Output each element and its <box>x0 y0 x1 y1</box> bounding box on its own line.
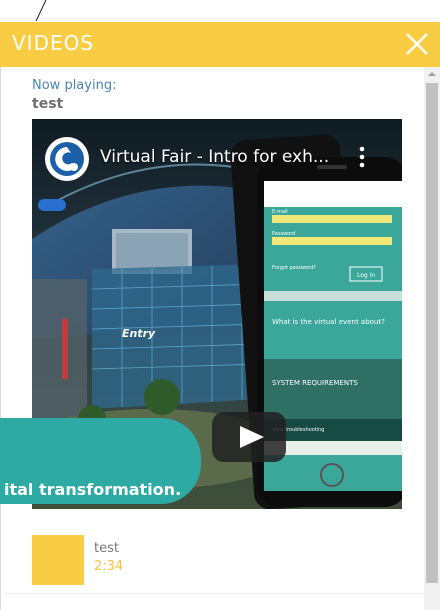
playlist-item-title: test <box>94 541 119 556</box>
close-icon[interactable] <box>403 30 431 58</box>
scroll-up-arrow-icon[interactable] <box>424 67 440 81</box>
scrollbar-thumb[interactable] <box>426 83 438 583</box>
cursor-line <box>35 0 47 22</box>
video-title[interactable]: Virtual Fair - Intro for exh... <box>100 147 329 167</box>
phone-login-label: Log in <box>357 272 375 279</box>
phone-email-label: E-mail <box>272 209 288 215</box>
page-title: VIDEOS <box>12 31 95 55</box>
more-vert-icon[interactable] <box>355 145 369 169</box>
channel-logo-icon[interactable] <box>44 136 90 182</box>
phone-about-label: What is the virtual event about? <box>272 318 385 326</box>
phone-password-label: Password <box>272 231 295 237</box>
playlist-item-duration: 2:34 <box>94 559 124 574</box>
now-playing-label: Now playing: <box>32 78 117 93</box>
playlist-item[interactable]: test 2:34 <box>32 535 412 587</box>
banner-line-1: ital transformation. <box>4 480 182 499</box>
entry-label: Entry <box>122 327 156 340</box>
now-playing-title: test <box>32 96 64 112</box>
videos-header: VIDEOS <box>0 22 440 67</box>
divider <box>0 593 424 594</box>
video-thumbnail[interactable] <box>32 535 84 585</box>
phone-system-label: SYSTEM REQUIREMENTS <box>272 379 358 387</box>
phone-forgot-label: Forgot password? <box>272 265 316 271</box>
play-icon[interactable] <box>212 412 286 462</box>
